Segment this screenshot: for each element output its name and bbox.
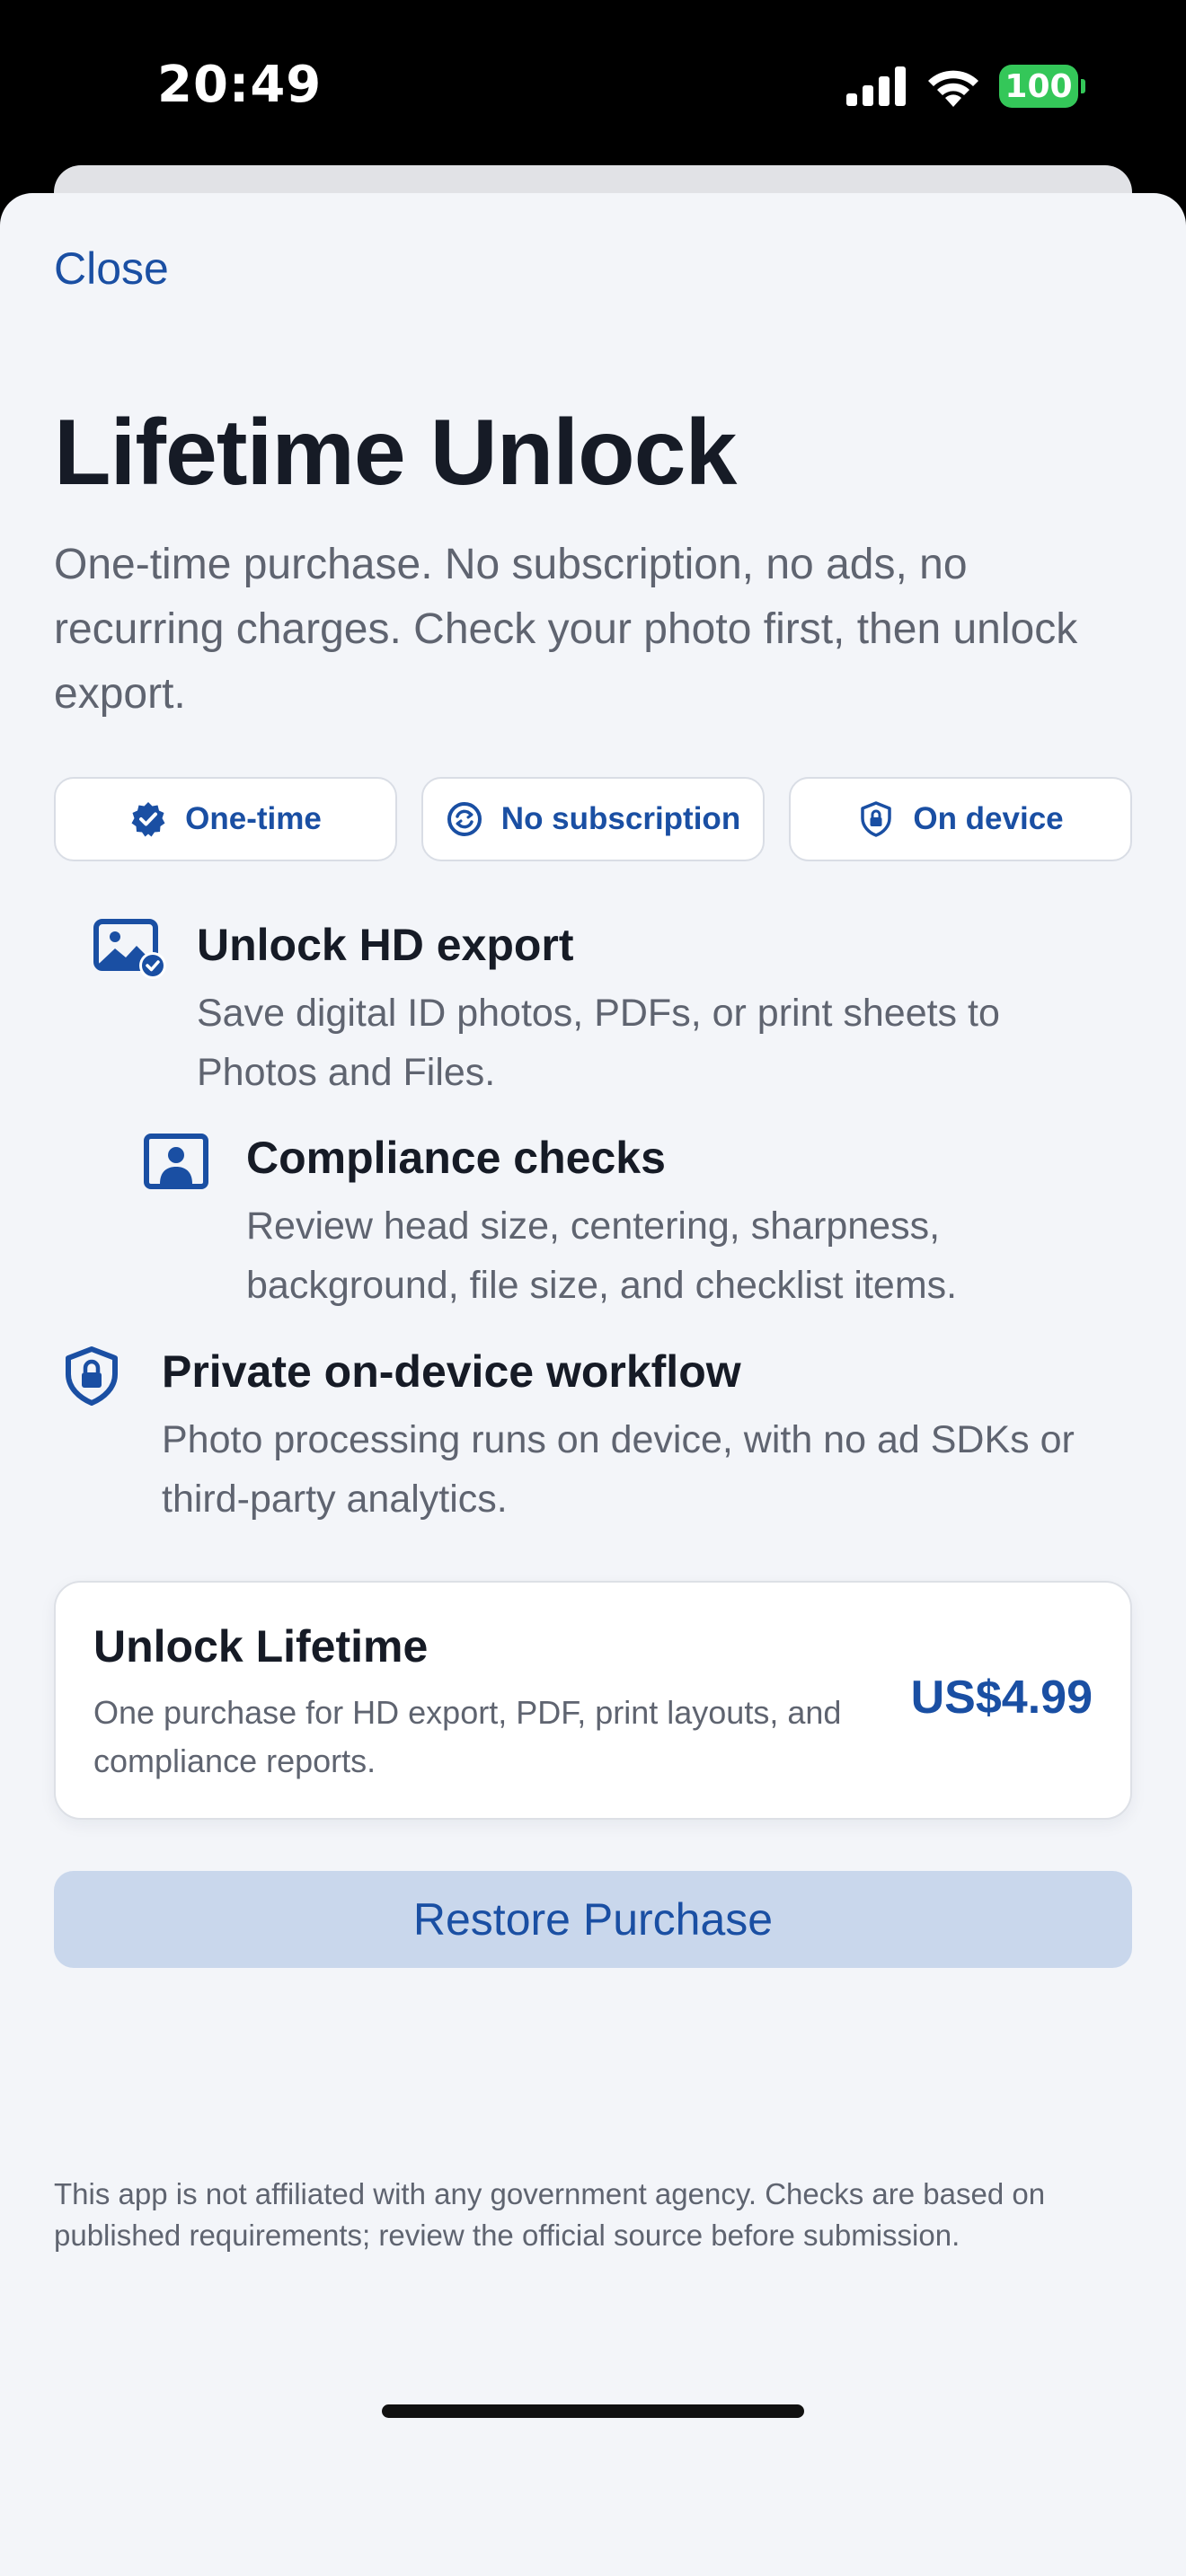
feature-title: Unlock HD export (197, 920, 574, 970)
disclaimer-text: This app is not affiliated with any gove… (54, 2177, 1046, 2252)
wifi-icon (928, 70, 978, 107)
feature-description: Save digital ID photos, PDFs, or print s… (197, 992, 1000, 1094)
purchase-title: Unlock Lifetime (93, 1621, 429, 1672)
page-title: Lifetime Unlock (54, 401, 737, 505)
signal-icon (846, 66, 906, 106)
chip-no-subscription: No subscription (421, 777, 765, 861)
refresh-circle-icon (447, 802, 482, 836)
purchase-price: US$4.99 (910, 1672, 1093, 1724)
close-button[interactable]: Close (54, 243, 169, 295)
chip-label: On device (913, 801, 1064, 836)
restore-purchase-button[interactable]: Restore Purchase (54, 1871, 1132, 1968)
chip-one-time: One-time (54, 777, 397, 861)
feature-title: Private on-device workflow (162, 1346, 741, 1397)
home-indicator (382, 2404, 804, 2418)
status-time: 20:49 (157, 56, 323, 114)
feature-description: Review head size, centering, sharpness, … (246, 1204, 958, 1307)
page-subtitle: One-time purchase. No subscription, no a… (54, 541, 1078, 718)
lock-shield-icon (861, 801, 892, 837)
verified-badge-icon (131, 802, 165, 837)
status-bar: 20:49 100 (0, 0, 1186, 180)
chip-on-device: On device (789, 777, 1132, 861)
purchase-description: One purchase for HD export, PDF, print l… (93, 1694, 842, 1779)
status-icons: 100 (846, 65, 1085, 108)
feature-title: Compliance checks (246, 1133, 666, 1183)
chip-label: No subscription (500, 801, 741, 836)
photo-check-icon (93, 919, 166, 979)
battery-icon: 100 (999, 65, 1085, 108)
feature-description: Photo processing runs on device, with no… (162, 1418, 1075, 1521)
lifetime-purchase-card[interactable]: Unlock Lifetime One purchase for HD expo… (54, 1581, 1132, 1820)
portrait-frame-icon (144, 1134, 208, 1189)
lock-shield-icon (66, 1346, 118, 1406)
paywall-sheet: Close Lifetime Unlock One-time purchase.… (0, 193, 1186, 2576)
chip-label: One-time (185, 801, 322, 836)
